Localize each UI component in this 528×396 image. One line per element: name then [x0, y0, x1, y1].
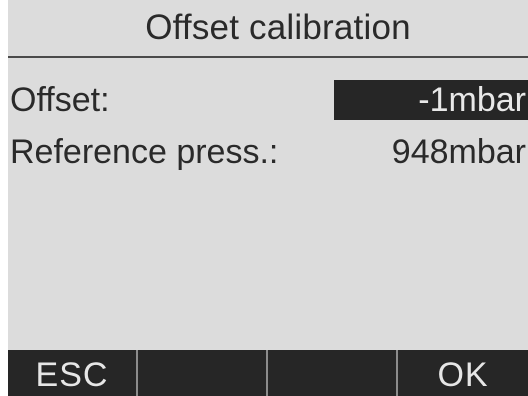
esc-softkey[interactable]: ESC — [8, 350, 138, 396]
offset-row[interactable]: Offset: -1mbar — [8, 78, 528, 122]
reference-pressure-label: Reference press.: — [10, 133, 279, 171]
reference-pressure-row: Reference press.: 948mbar — [8, 130, 528, 174]
softkey-bar: ESC OK — [8, 350, 528, 396]
offset-label: Offset: — [10, 81, 110, 119]
title-bar: Offset calibration — [8, 0, 528, 56]
title-divider — [8, 56, 528, 58]
lcd-screen: Offset calibration Offset: -1mbar Refere… — [8, 0, 528, 396]
offset-value-field[interactable]: -1mbar — [334, 80, 528, 120]
reference-pressure-value: 948mbar — [391, 133, 526, 171]
page-title: Offset calibration — [145, 8, 411, 47]
softkey-2[interactable] — [138, 350, 268, 396]
softkey-3[interactable] — [268, 350, 398, 396]
ok-softkey[interactable]: OK — [398, 350, 528, 396]
